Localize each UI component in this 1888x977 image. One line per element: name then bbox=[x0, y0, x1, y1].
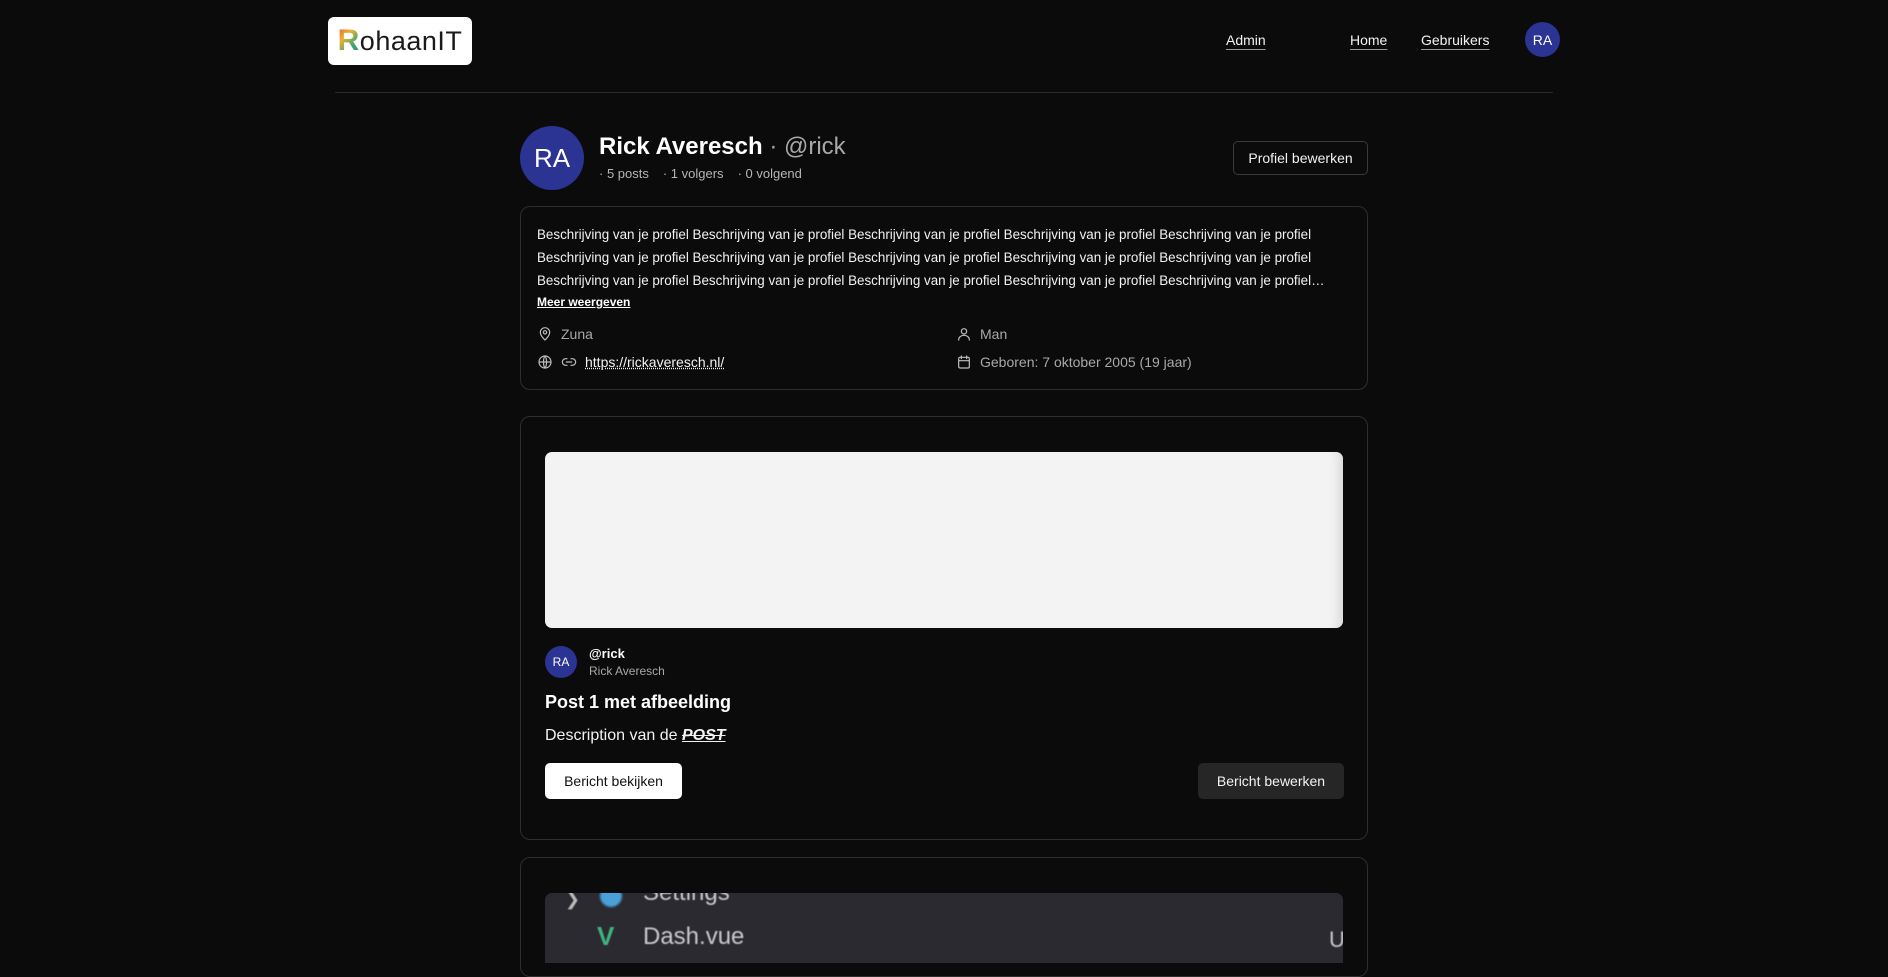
post-image[interactable]: ❯ Settings V Dash.vue U bbox=[545, 893, 1343, 963]
top-navbar: RohaanIT Admin Home Gebruikers RA bbox=[0, 0, 1888, 94]
post-card: ❯ Settings V Dash.vue U bbox=[520, 857, 1368, 977]
logo-text: RohaanIT bbox=[338, 24, 463, 58]
logo-letter: R bbox=[337, 24, 360, 57]
screenshot-file-text: Dash.vue bbox=[643, 923, 745, 950]
website-info: https://rickaveresch.nl/ bbox=[537, 354, 724, 370]
edit-profile-button[interactable]: Profiel bewerken bbox=[1233, 141, 1368, 175]
link-icon bbox=[561, 358, 577, 366]
nav-link-home[interactable]: Home bbox=[1350, 32, 1387, 48]
profile-title: Rick Averesch · @rick bbox=[599, 133, 846, 161]
post-image[interactable] bbox=[545, 452, 1343, 628]
description-emphasis: POST bbox=[681, 727, 726, 744]
post-card: RA @rick Rick Averesch Post 1 met afbeel… bbox=[520, 416, 1368, 840]
chevron-icon: ❯ bbox=[565, 893, 581, 909]
gender-info: Man bbox=[956, 326, 1007, 342]
screenshot-settings-text: Settings bbox=[643, 893, 730, 907]
nav-link-users[interactable]: Gebruikers bbox=[1421, 32, 1489, 48]
user-icon bbox=[958, 328, 970, 341]
stat-posts: · 5 posts bbox=[599, 166, 649, 181]
profile-stats: · 5 posts · 1 volgers · 0 volgend bbox=[599, 166, 802, 181]
description-text: Description van de bbox=[545, 727, 682, 744]
profile-name: Rick Averesch bbox=[599, 133, 763, 160]
birthdate-text: Geboren: 7 oktober 2005 (19 jaar) bbox=[980, 354, 1192, 370]
nav-link-admin[interactable]: Admin bbox=[1226, 32, 1266, 48]
stat-following: · 0 volgend bbox=[737, 166, 802, 181]
birthdate-info: Geboren: 7 oktober 2005 (19 jaar) bbox=[956, 354, 1192, 370]
post-description: Description van de POST bbox=[545, 727, 726, 745]
settings-gear-icon bbox=[600, 893, 622, 907]
globe-icon bbox=[538, 355, 552, 369]
gender-text: Man bbox=[980, 326, 1008, 342]
map-pin-icon bbox=[539, 327, 551, 341]
author-handle[interactable]: @rick bbox=[589, 646, 625, 661]
calendar-icon bbox=[958, 355, 970, 369]
website-link[interactable]: https://rickaveresch.nl/ bbox=[585, 354, 724, 370]
location-info: Zuna bbox=[537, 326, 593, 342]
profile-handle: @rick bbox=[783, 133, 846, 160]
bio-text: Beschrijving van je profiel Beschrijving… bbox=[537, 227, 1312, 288]
logo-wordmark: ohaanIT bbox=[359, 25, 463, 56]
header-divider bbox=[335, 92, 1553, 93]
post-title: Post 1 met afbeelding bbox=[545, 692, 732, 712]
profile-avatar: RA bbox=[520, 126, 584, 190]
stat-followers: · 1 volgers bbox=[662, 166, 724, 181]
location-text: Zuna bbox=[561, 326, 593, 342]
rohaanit-logo[interactable]: RohaanIT bbox=[328, 17, 472, 65]
show-more-link[interactable]: Meer weergeven bbox=[537, 295, 630, 309]
screenshot-status-badge: U bbox=[1329, 927, 1343, 953]
author-name: Rick Averesch bbox=[589, 664, 665, 678]
bio-card: Beschrijving van je profiel Beschrijving… bbox=[520, 206, 1368, 390]
profile-separator: · bbox=[762, 133, 784, 160]
edit-post-button[interactable]: Bericht bewerken bbox=[1198, 763, 1344, 799]
author-avatar[interactable]: RA bbox=[545, 646, 577, 678]
vue-icon: V bbox=[597, 921, 615, 951]
view-post-button[interactable]: Bericht bekijken bbox=[545, 763, 682, 799]
user-avatar-button[interactable]: RA bbox=[1525, 22, 1560, 57]
